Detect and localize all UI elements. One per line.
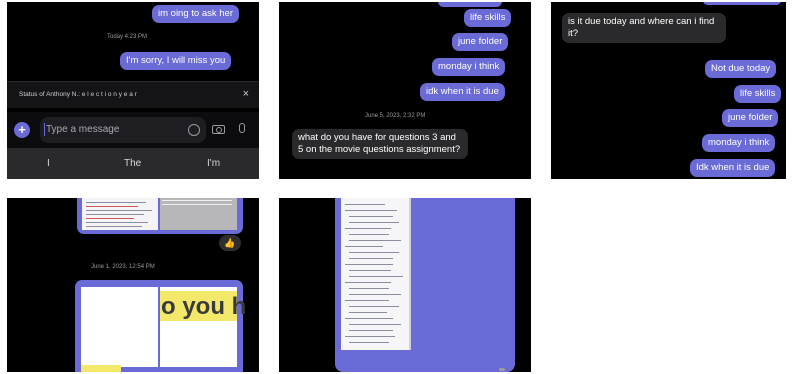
thumbs-up-icon[interactable]: 👍 — [219, 235, 241, 251]
message-bubble-incoming[interactable]: what do you have for questions 3 and 5 o… — [292, 129, 468, 159]
image-attachment[interactable] — [335, 198, 515, 372]
message-text: life skills — [470, 12, 506, 23]
scroll-indicator — [499, 368, 505, 371]
image-panel — [81, 287, 158, 372]
highlight-strip — [81, 365, 121, 372]
message-text: is it due today and where can i find it? — [568, 16, 715, 39]
message-text: I'm sorry, I will miss you — [126, 55, 226, 66]
close-icon[interactable]: × — [243, 88, 249, 100]
emoji-icon[interactable] — [188, 124, 200, 136]
input-placeholder: Type a message — [46, 124, 120, 135]
plus-icon[interactable]: + — [14, 122, 30, 138]
message-bubble-outgoing[interactable]: monday i think — [432, 58, 506, 76]
suggestion-item[interactable]: I — [47, 158, 50, 169]
status-text: Status of Anthony N.: e l e c t i o n y … — [19, 91, 137, 98]
document-thumbnail — [341, 198, 409, 350]
message-bubble-outgoing[interactable]: I'm sorry, I will miss you — [120, 52, 232, 70]
message-composer: + Type a message — [7, 112, 259, 148]
message-input[interactable]: Type a message — [40, 117, 206, 143]
message-text: june folder — [458, 36, 503, 47]
message-text: what do you have for questions 3 and 5 o… — [298, 132, 461, 155]
document-thumbnail — [82, 198, 158, 230]
message-bubble-outgoing[interactable]: idk when it is due — [420, 83, 505, 101]
camera-icon[interactable] — [212, 125, 225, 134]
microphone-icon[interactable] — [239, 123, 245, 133]
chat-screenshot-5 — [279, 198, 531, 372]
message-bubble-incoming[interactable]: is it due today and where can i find it? — [562, 13, 726, 43]
message-bubble-outgoing[interactable]: life skills — [464, 9, 512, 27]
message-text: Idk when it is due — [696, 162, 770, 173]
timestamp: June 1, 2023, 12:54 PM — [91, 264, 155, 270]
page-gutter — [409, 198, 411, 350]
highlighted-text: o you h — [161, 293, 247, 320]
suggestion-item[interactable]: The — [124, 158, 141, 169]
image-attachment[interactable]: o you h — [75, 280, 246, 372]
message-text: life skills — [740, 88, 776, 99]
timestamp: June 5, 2023, 2:32 PM — [365, 113, 426, 119]
status-bar: Status of Anthony N.: e l e c t i o n y … — [7, 81, 259, 108]
document-thumbnail — [160, 198, 237, 230]
message-text: monday i think — [708, 137, 770, 148]
chat-screenshot-4: 👍 June 1, 2023, 12:54 PM o you h — [7, 198, 259, 372]
chat-screenshot-1: im oing to ask her Today 4:23 PM I'm sor… — [7, 2, 259, 179]
message-bubble-outgoing[interactable]: Not due today — [705, 60, 777, 78]
message-text: im oing to ask her — [158, 8, 233, 19]
message-bubble-outgoing[interactable]: life skills — [734, 85, 782, 103]
message-bubble-outgoing[interactable]: Idk when it is due — [690, 159, 776, 177]
text-cursor — [44, 123, 45, 136]
chat-screenshot-2: life skills june folder monday i think i… — [279, 2, 531, 179]
message-bubble-outgoing[interactable]: june folder — [452, 33, 509, 51]
keyboard-suggestion-bar: I The I'm — [7, 148, 259, 179]
image-panel: o you h — [160, 287, 246, 367]
message-bubble-outgoing[interactable]: monday i think — [702, 134, 776, 152]
message-bubble-outgoing[interactable]: im oing to ask her — [152, 5, 239, 23]
image-attachment[interactable] — [77, 198, 243, 234]
message-text: monday i think — [438, 61, 500, 72]
suggestion-item[interactable]: I'm — [207, 158, 220, 169]
message-text: june folder — [728, 112, 773, 123]
message-bubble-outgoing[interactable]: june folder — [722, 109, 779, 127]
timestamp: Today 4:23 PM — [107, 34, 148, 40]
chat-screenshot-3: is it due today and where can i find it?… — [551, 2, 786, 179]
message-bubble-outgoing[interactable] — [703, 2, 781, 5]
message-text: idk when it is due — [426, 86, 499, 97]
message-text: Not due today — [711, 63, 771, 74]
message-bubble-outgoing[interactable] — [438, 2, 502, 7]
